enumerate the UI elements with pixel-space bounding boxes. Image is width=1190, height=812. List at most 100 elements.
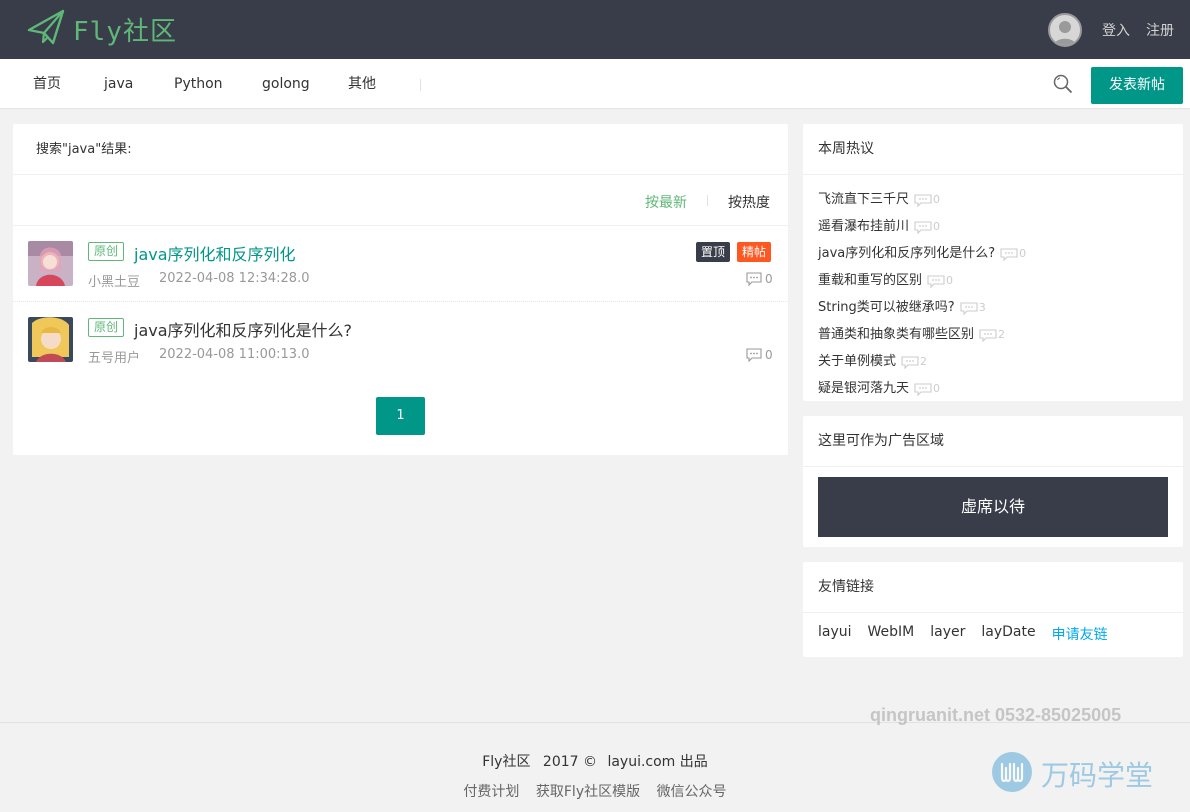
sort-bar: 按最新 按热度 xyxy=(13,175,788,226)
top-header: Fly社区 登入 注册 xyxy=(0,0,1190,59)
hot-item-count: 0 xyxy=(914,218,940,236)
footer-brand-link[interactable]: Fly社区 xyxy=(482,754,530,770)
post-author[interactable]: 小黑土豆 xyxy=(88,271,140,290)
search-icon[interactable] xyxy=(1052,73,1074,95)
site-logo[interactable]: Fly社区 xyxy=(27,8,177,50)
hot-item[interactable]: 飞流直下三千尺 0 xyxy=(803,184,1183,211)
watermark-logo-icon xyxy=(991,751,1033,797)
login-link[interactable]: 登入 xyxy=(1102,20,1130,40)
hot-item-count: 2 xyxy=(979,326,1005,344)
ad-placeholder[interactable]: 虚席以待 xyxy=(818,477,1168,537)
search-result-title: 搜索"java"结果: xyxy=(13,124,788,175)
post-title-link[interactable]: java序列化和反序列化是什么? xyxy=(134,317,352,341)
hot-item-count-value: 0 xyxy=(933,193,941,206)
friend-links-title: 友情链接 xyxy=(803,562,1183,613)
hot-item-title[interactable]: 普通类和抽象类有哪些区别 xyxy=(818,326,974,344)
hot-item-title[interactable]: java序列化和反序列化是什么? xyxy=(818,245,995,263)
hot-item-title[interactable]: 关于单例模式 xyxy=(818,353,896,371)
hot-item[interactable]: 关于单例模式 2 xyxy=(803,346,1183,373)
weekly-hot-title: 本周热议 xyxy=(803,124,1183,175)
sort-hot-link[interactable]: 按热度 xyxy=(728,192,770,212)
friend-links-panel: 友情链接 layui WebIM layer layDate 申请友链 xyxy=(803,562,1183,657)
footer-year: 2017 © xyxy=(542,754,597,770)
ad-panel: 这里可作为广告区域 虚席以待 xyxy=(803,416,1183,547)
footer-link-wechat[interactable]: 微信公众号 xyxy=(657,784,727,800)
hot-item[interactable]: java序列化和反序列化是什么? 0 xyxy=(803,238,1183,265)
nav-item-golong[interactable]: golong xyxy=(262,59,310,109)
friend-link-layer[interactable]: layer xyxy=(930,624,965,644)
hot-item-count: 2 xyxy=(901,353,927,371)
logo-text: Fly社区 xyxy=(73,16,177,47)
hot-item-title[interactable]: 重载和重写的区别 xyxy=(818,272,922,290)
hot-item[interactable]: 重载和重写的区别 0 xyxy=(803,265,1183,292)
footer-site-link[interactable]: layui.com 出品 xyxy=(607,754,707,770)
footer-link-paid[interactable]: 付费计划 xyxy=(463,784,519,800)
nav-item-other[interactable]: 其他 xyxy=(348,59,376,109)
hot-item[interactable]: 遥看瀑布挂前川 0 xyxy=(803,211,1183,238)
hot-item-title[interactable]: 疑是银河落九天 xyxy=(818,380,909,398)
nav-divider xyxy=(420,79,421,91)
comment-icon xyxy=(1000,247,1018,261)
friend-link-webim[interactable]: WebIM xyxy=(868,624,915,644)
hot-item-count: 0 xyxy=(1000,245,1026,263)
hot-item-count-value: 2 xyxy=(920,355,928,368)
list-item: 原创 java序列化和反序列化是什么? 五号用户 2022-04-08 11:0… xyxy=(13,302,788,378)
original-tag: 原创 xyxy=(88,318,125,337)
user-area: 登入 注册 xyxy=(1048,0,1190,59)
nav-item-home[interactable]: 首页 xyxy=(33,59,61,109)
friend-link-layui[interactable]: layui xyxy=(818,624,852,644)
original-tag: 原创 xyxy=(88,242,125,261)
nav-item-python[interactable]: Python xyxy=(174,59,223,109)
hot-item-count-value: 2 xyxy=(998,328,1006,341)
post-date: 2022-04-08 12:34:28.0 xyxy=(159,271,310,286)
friend-link-laydate[interactable]: layDate xyxy=(981,624,1035,644)
comment-icon xyxy=(927,274,945,288)
comment-icon xyxy=(914,220,932,234)
reply-count-value: 0 xyxy=(765,272,773,286)
post-author[interactable]: 五号用户 xyxy=(88,347,140,366)
hot-item-count: 0 xyxy=(914,380,940,398)
hot-item-count-value: 3 xyxy=(978,301,986,314)
search-results-panel: 搜索"java"结果: 按最新 按热度 原创 java序列化和反序列化 小黑土豆… xyxy=(13,124,788,455)
comment-icon xyxy=(901,355,919,369)
register-link[interactable]: 注册 xyxy=(1146,20,1174,40)
post-date: 2022-04-08 11:00:13.0 xyxy=(159,347,310,362)
comment-icon xyxy=(979,328,997,342)
paper-plane-icon xyxy=(27,8,65,50)
featured-badge: 精帖 xyxy=(737,242,772,262)
hot-item[interactable]: 疑是银河落九天 0 xyxy=(803,373,1183,400)
nav-item-java[interactable]: java xyxy=(104,59,133,109)
sort-divider xyxy=(707,195,708,206)
new-post-button[interactable]: 发表新帖 xyxy=(1091,67,1183,104)
hot-item-title[interactable]: 遥看瀑布挂前川 xyxy=(818,218,909,236)
hot-item-count-value: 0 xyxy=(933,220,941,233)
apply-link-button[interactable]: 申请友链 xyxy=(1052,624,1108,644)
hot-item-title[interactable]: String类可以被继承吗? xyxy=(818,299,955,317)
hot-item-count-value: 0 xyxy=(1019,247,1027,260)
hot-list: 飞流直下三千尺 0 遥看瀑布挂前川 0 java序列化和反序列化是什么? 0 重载和重写的区… xyxy=(803,175,1183,400)
post-title-link[interactable]: java序列化和反序列化 xyxy=(134,241,296,265)
hot-item-title[interactable]: 飞流直下三千尺 xyxy=(818,191,909,209)
main-nav: 首页 java Python golong 其他 发表新帖 xyxy=(0,59,1190,109)
hot-item-count-value: 0 xyxy=(946,274,954,287)
friend-links-row: layui WebIM layer layDate 申请友链 xyxy=(818,624,1124,644)
hot-item-count: 0 xyxy=(914,191,940,209)
hot-item-count: 3 xyxy=(960,299,986,317)
sort-latest-link[interactable]: 按最新 xyxy=(645,192,687,212)
comment-icon xyxy=(746,272,762,286)
page-button-current[interactable]: 1 xyxy=(376,397,425,435)
avatar[interactable] xyxy=(28,317,73,362)
ad-title: 这里可作为广告区域 xyxy=(803,416,1183,467)
footer-link-template[interactable]: 获取Fly社区模版 xyxy=(536,784,640,800)
user-avatar-icon[interactable] xyxy=(1048,12,1082,47)
hot-item-count: 0 xyxy=(927,272,953,290)
watermark-contact: qingruanit.net 0532-85025005 xyxy=(870,705,1122,725)
reply-count-value: 0 xyxy=(765,348,773,362)
reply-count: 0 xyxy=(746,272,773,286)
comment-icon xyxy=(746,348,762,362)
pinned-badge: 置顶 xyxy=(696,242,731,262)
avatar[interactable] xyxy=(28,241,73,286)
comment-icon xyxy=(914,193,932,207)
hot-item[interactable]: 普通类和抽象类有哪些区别 2 xyxy=(803,319,1183,346)
hot-item[interactable]: String类可以被继承吗? 3 xyxy=(803,292,1183,319)
